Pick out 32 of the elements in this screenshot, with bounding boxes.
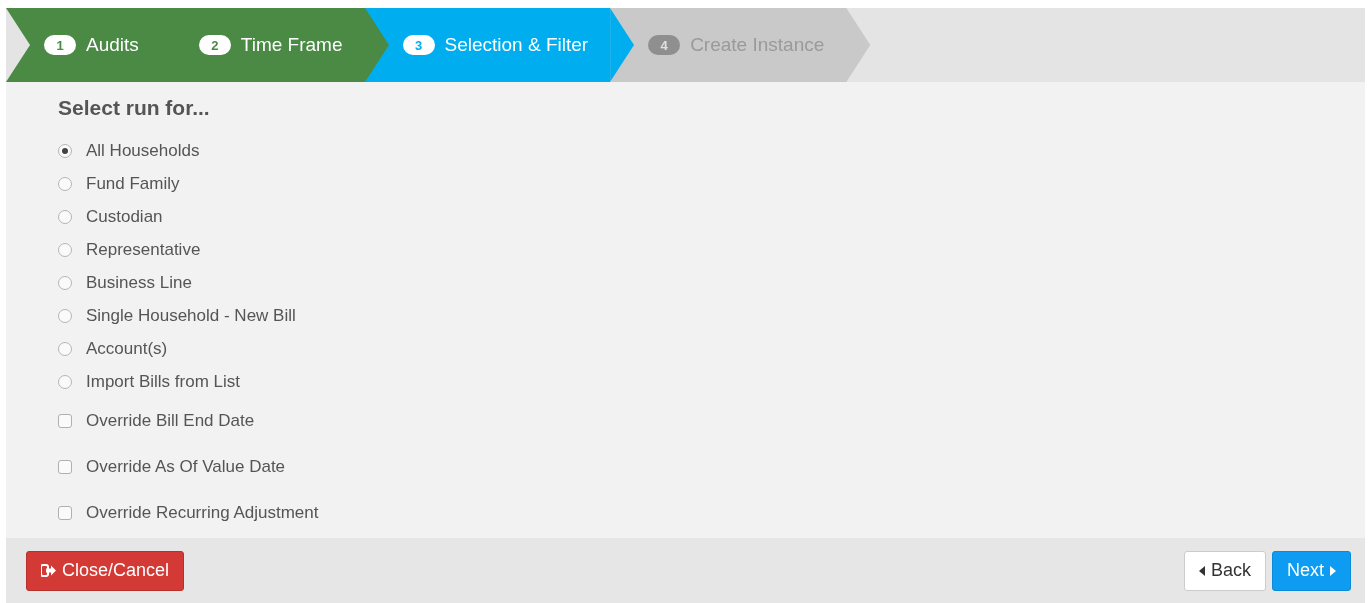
wizard-step[interactable]: 1 Audits	[6, 8, 161, 82]
radio-button[interactable]	[58, 374, 72, 389]
option-label: Business Line	[86, 272, 192, 293]
checkbox[interactable]	[58, 460, 72, 474]
close-cancel-button[interactable]: Close/Cancel	[26, 550, 185, 591]
checkbox[interactable]	[58, 506, 72, 520]
option-label: All Households	[86, 140, 200, 161]
option-label: Account(s)	[86, 338, 168, 359]
next-button[interactable]: Next	[1272, 550, 1351, 591]
radio-button[interactable]	[58, 176, 72, 191]
radio-button[interactable]	[58, 143, 72, 158]
back-button[interactable]: Back	[1183, 550, 1266, 591]
option-label: Import Bills from List	[86, 371, 240, 392]
option-label: Single Household - New Bill	[86, 305, 296, 326]
option-label: Override Recurring Adjustment	[86, 503, 319, 523]
caret-right-icon	[1330, 565, 1336, 576]
option-label: Custodian	[86, 206, 163, 227]
option-label: Override Bill End Date	[86, 411, 255, 431]
option-label: Fund Family	[86, 173, 180, 194]
radio-button[interactable]	[58, 275, 72, 290]
section-heading: Select run for...	[58, 96, 211, 120]
caret-left-icon	[1198, 565, 1205, 576]
wizard-step[interactable]: 2 Time Frame	[160, 8, 365, 82]
sign-out-icon	[41, 564, 56, 577]
radio-button[interactable]	[58, 308, 72, 323]
option-label: Representative	[86, 239, 201, 260]
wizard-step[interactable]: 3 Selection & Filter	[364, 8, 611, 82]
radio-button[interactable]	[58, 242, 72, 257]
checkbox[interactable]	[58, 414, 72, 428]
radio-button[interactable]	[58, 209, 72, 224]
option-label: Override As Of Value Date	[86, 457, 286, 477]
radio-button[interactable]	[58, 341, 72, 356]
